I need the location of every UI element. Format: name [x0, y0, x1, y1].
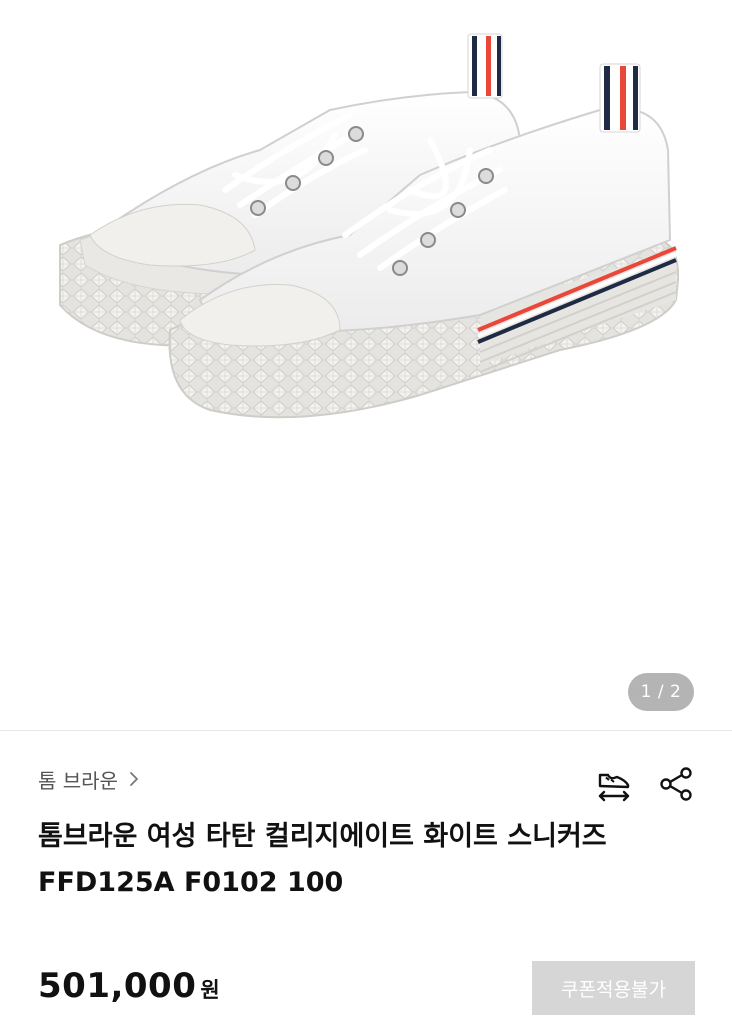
price-currency: 원: [200, 978, 220, 1002]
brand-link[interactable]: 톰 브라운: [38, 764, 142, 794]
share-icon: [660, 767, 692, 801]
price-row: 501,000 원: [38, 966, 220, 1006]
divider: [0, 730, 732, 731]
product-title: 톰브라운 여성 타탄 컬리지에이트 화이트 스니커즈 FFD125A F0102…: [38, 814, 698, 906]
product-actions: [594, 764, 696, 804]
product-image: [59, 33, 680, 419]
chevron-right-icon: [130, 772, 138, 786]
gallery-page-indicator: 1 / 2: [628, 673, 694, 711]
product-image-gallery[interactable]: 1 / 2: [0, 0, 732, 730]
product-model-code: FFD125A F0102 100: [38, 867, 344, 898]
shoe-size-icon: [598, 773, 630, 802]
share-button[interactable]: [656, 764, 696, 804]
size-guide-button[interactable]: [594, 764, 634, 804]
product-price: 501,000: [38, 966, 197, 1006]
product-title-line1: 톰브라운 여성 타탄 컬리지에이트 화이트 스니커즈: [38, 821, 607, 852]
coupon-button[interactable]: 쿠폰적용불가: [532, 961, 695, 1015]
brand-name: 톰 브라운: [38, 768, 118, 793]
